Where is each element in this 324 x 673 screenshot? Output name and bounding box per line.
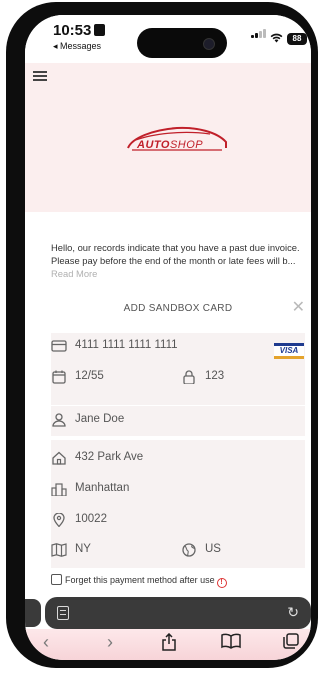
dynamic-island bbox=[137, 28, 227, 58]
person-icon bbox=[52, 413, 66, 427]
visa-logo: VISA bbox=[274, 343, 304, 359]
phone-frame: 10:53 ◂ Messages 88 AUTOSHOP Hello, our … bbox=[6, 2, 318, 668]
forget-checkbox[interactable] bbox=[51, 574, 62, 585]
cvv-value: 123 bbox=[205, 370, 225, 382]
battery-indicator: 88 bbox=[287, 33, 307, 45]
country-value: US bbox=[205, 543, 221, 555]
forget-label: Forget this payment method after use bbox=[65, 575, 215, 585]
home-icon bbox=[52, 451, 66, 465]
street-value: 432 Park Ave bbox=[75, 451, 144, 463]
zip-value: 10022 bbox=[75, 513, 107, 525]
back-to-messages-link[interactable]: ◂ Messages bbox=[53, 41, 101, 52]
lock-icon bbox=[183, 370, 195, 384]
browser-toolbar: ‹ › bbox=[25, 629, 311, 660]
location-pin-icon bbox=[53, 513, 65, 527]
page-menu-icon[interactable] bbox=[57, 606, 69, 620]
forward-chevron-icon[interactable]: › bbox=[107, 633, 113, 651]
expiry-value: 12/55 bbox=[75, 370, 104, 382]
bookmarks-icon[interactable] bbox=[221, 633, 241, 652]
menu-icon[interactable] bbox=[33, 71, 47, 83]
wifi-icon bbox=[270, 32, 283, 46]
credit-card-icon bbox=[51, 340, 67, 352]
city-value: Manhattan bbox=[75, 482, 130, 494]
camera-icon bbox=[203, 38, 215, 50]
share-icon[interactable] bbox=[161, 632, 177, 654]
status-time: 10:53 bbox=[53, 22, 106, 39]
city-icon bbox=[51, 483, 67, 496]
status-bar: 10:53 ◂ Messages 88 bbox=[25, 15, 311, 63]
read-more-link[interactable]: Read More bbox=[51, 268, 97, 279]
card-dialog-header: ADD SANDBOX CARD ✕ bbox=[51, 300, 305, 317]
address-bar[interactable]: ↻ bbox=[45, 597, 311, 629]
previous-tab-peek[interactable] bbox=[25, 599, 41, 627]
info-icon[interactable]: ! bbox=[216, 578, 227, 588]
calendar-icon bbox=[52, 370, 66, 384]
card-number-value: 4111 1111 1111 1111 bbox=[75, 339, 178, 351]
globe-icon bbox=[182, 543, 196, 557]
invoice-text: Hello, our records indicate that you hav… bbox=[51, 242, 300, 266]
reload-icon[interactable]: ↻ bbox=[287, 604, 299, 621]
tabs-icon[interactable] bbox=[283, 633, 299, 652]
invoice-message: Hello, our records indicate that you hav… bbox=[51, 241, 305, 280]
forget-payment-option[interactable]: Forget this payment method after use! bbox=[51, 574, 227, 588]
focus-icon bbox=[94, 24, 106, 36]
autoshop-logo: AUTOSHOP bbox=[137, 139, 204, 151]
map-icon bbox=[51, 543, 67, 557]
hero-banner: AUTOSHOP bbox=[25, 63, 311, 212]
state-value: NY bbox=[75, 543, 91, 555]
phone-screen: 10:53 ◂ Messages 88 AUTOSHOP Hello, our … bbox=[25, 15, 311, 660]
close-icon[interactable]: ✕ bbox=[292, 300, 305, 316]
card-dialog-title: ADD SANDBOX CARD bbox=[123, 303, 233, 314]
back-chevron-icon[interactable]: ‹ bbox=[43, 633, 49, 651]
cardholder-name-value: Jane Doe bbox=[75, 413, 125, 425]
car-logo-icon bbox=[127, 126, 227, 151]
